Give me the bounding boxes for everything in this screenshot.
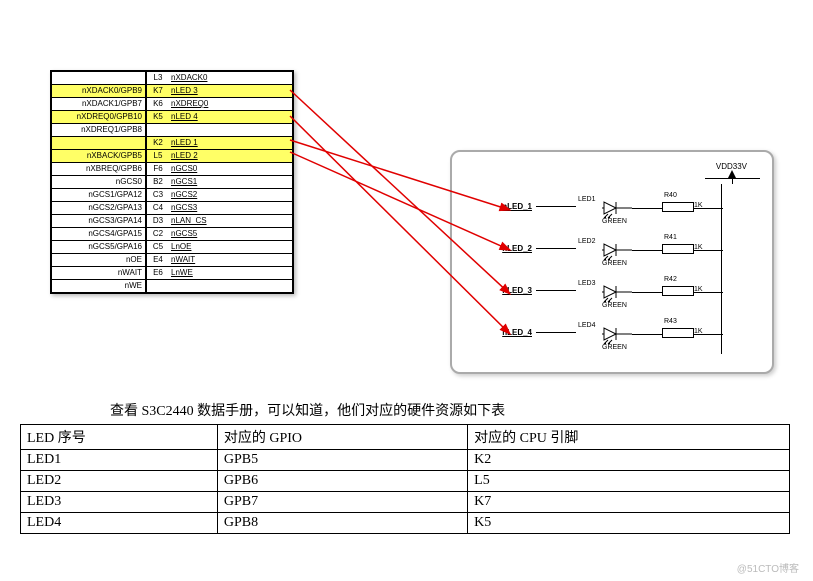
resistor-icon [662, 202, 694, 212]
led-signal-label: nLED_3 [472, 286, 536, 295]
led-label: LED3 [578, 280, 596, 287]
table-row: LED2GPB6L5 [21, 471, 790, 492]
led-mapping-table: LED 序号对应的 GPIO对应的 CPU 引脚 LED1GPB5K2LED2G… [20, 424, 790, 534]
pin-row: nGCS5/GPA16C5LnOE [52, 241, 292, 254]
pin-row: nGCS4/GPA15C2nGCS5 [52, 228, 292, 241]
pin-row: nGCS2/GPA13C4nGCS3 [52, 202, 292, 215]
table-row: LED4GPB8K5 [21, 513, 790, 534]
led-color-label: GREEN [602, 218, 627, 225]
resistor-label: R42 [664, 276, 677, 283]
pin-row: nGCS1/GPA12C3nGCS2 [52, 189, 292, 202]
led-label: LED1 [578, 196, 596, 203]
table-header: LED 序号 [21, 425, 218, 450]
led-signal-label: nLED_1 [472, 202, 536, 211]
pin-row: nXDACK1/GPB7K6nXDREQ0 [52, 98, 292, 111]
table-row: LED3GPB7K7 [21, 492, 790, 513]
resistor-icon [662, 286, 694, 296]
resistor-icon [662, 244, 694, 254]
resistor-icon [662, 328, 694, 338]
pin-row: nGCS0B2nGCS1 [52, 176, 292, 189]
led-signal-label: nLED_2 [472, 244, 536, 253]
led-color-label: GREEN [602, 302, 627, 309]
pin-row: nXDACK0/GPB9K7nLED 3 [52, 85, 292, 98]
led-color-label: GREEN [602, 260, 627, 267]
diode-icon [602, 242, 632, 262]
led-label: LED2 [578, 238, 596, 245]
cpu-pin-table: L3nXDACK0nXDACK0/GPB9K7nLED 3nXDACK1/GPB… [50, 70, 294, 294]
led-signal-label: nLED_4 [472, 328, 536, 337]
pin-row: K2nLED 1 [52, 137, 292, 150]
led-row: nLED_3LED3GREENR421K [472, 276, 752, 316]
caption-text: 查看 S3C2440 数据手册，可以知道，他们对应的硬件资源如下表 [110, 400, 803, 420]
pin-row: nWE [52, 280, 292, 292]
pin-row: nXDREQ0/GPB10K5nLED 4 [52, 111, 292, 124]
pin-row: nXDREQ1/GPB8 [52, 124, 292, 137]
resistor-label: R40 [664, 192, 677, 199]
led-label: LED4 [578, 322, 596, 329]
pin-row: nOEE4nWAIT [52, 254, 292, 267]
diode-icon [602, 326, 632, 346]
led-row: nLED_4LED4GREENR431K [472, 318, 752, 358]
pin-row: nWAITE6LnWE [52, 267, 292, 280]
schematic-diagram: L3nXDACK0nXDACK0/GPB9K7nLED 3nXDACK1/GPB… [10, 50, 800, 390]
resistor-label: R43 [664, 318, 677, 325]
diode-icon [602, 200, 632, 220]
led-circuit: VDD33V nLED_1LED1GREENR401KnLED_2LED2GRE… [450, 150, 774, 374]
pin-row: nGCS3/GPA14D3nLAN_CS [52, 215, 292, 228]
led-row: nLED_2LED2GREENR411K [472, 234, 752, 274]
diode-icon [602, 284, 632, 304]
table-row: LED1GPB5K2 [21, 450, 790, 471]
watermark: @51CTO博客 [737, 560, 799, 575]
table-header: 对应的 CPU 引脚 [468, 425, 790, 450]
table-header: 对应的 GPIO [217, 425, 467, 450]
pin-row: L3nXDACK0 [52, 72, 292, 85]
resistor-label: R41 [664, 234, 677, 241]
led-row: nLED_1LED1GREENR401K [472, 192, 752, 232]
pin-row: nXBACK/GPB5L5nLED 2 [52, 150, 292, 163]
led-color-label: GREEN [602, 344, 627, 351]
vdd-arrow-icon [728, 170, 736, 178]
pin-row: nXBREQ/GPB6F6nGCS0 [52, 163, 292, 176]
